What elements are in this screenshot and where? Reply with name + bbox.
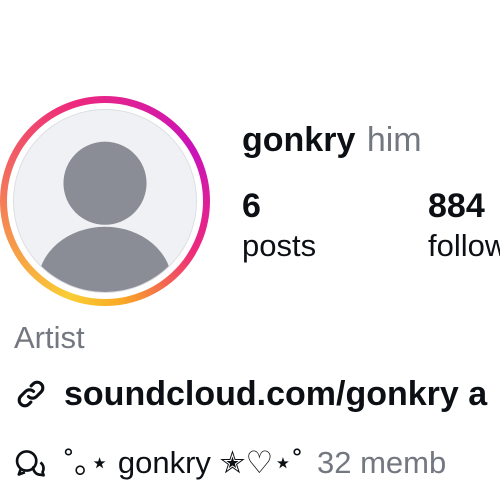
posts-count: 6	[242, 187, 261, 225]
channel-members: 32 memb	[317, 445, 447, 480]
profile-category: Artist	[14, 320, 85, 355]
bio-link[interactable]: soundcloud.com/gonkry a	[14, 372, 487, 416]
avatar[interactable]	[13, 109, 197, 293]
broadcast-channel[interactable]: ˚｡⋆ gonkry ✭♡⋆˚ 32 memb	[14, 440, 446, 486]
followers-stat[interactable]: 884 follow	[428, 186, 500, 266]
pronouns: him	[366, 121, 422, 159]
username-row: gonkry him	[242, 118, 422, 162]
profile-page: gonkry him 6 posts 884 follow Artist sou…	[0, 0, 500, 500]
followers-label[interactable]: follow	[428, 226, 500, 266]
followers-count[interactable]: 884	[428, 186, 500, 226]
default-avatar-icon	[14, 110, 196, 292]
story-ring[interactable]	[0, 96, 210, 306]
link-icon	[17, 380, 45, 408]
channel-name[interactable]: ˚｡⋆ gonkry ✭♡⋆˚	[64, 441, 303, 485]
threads-icon	[15, 450, 45, 477]
posts-label: posts	[242, 228, 317, 263]
posts-stat: 6 posts	[242, 186, 316, 266]
story-ring-gap	[7, 103, 203, 299]
bio-link-text[interactable]: soundcloud.com/gonkry a	[64, 372, 487, 416]
username[interactable]: gonkry	[242, 121, 355, 159]
